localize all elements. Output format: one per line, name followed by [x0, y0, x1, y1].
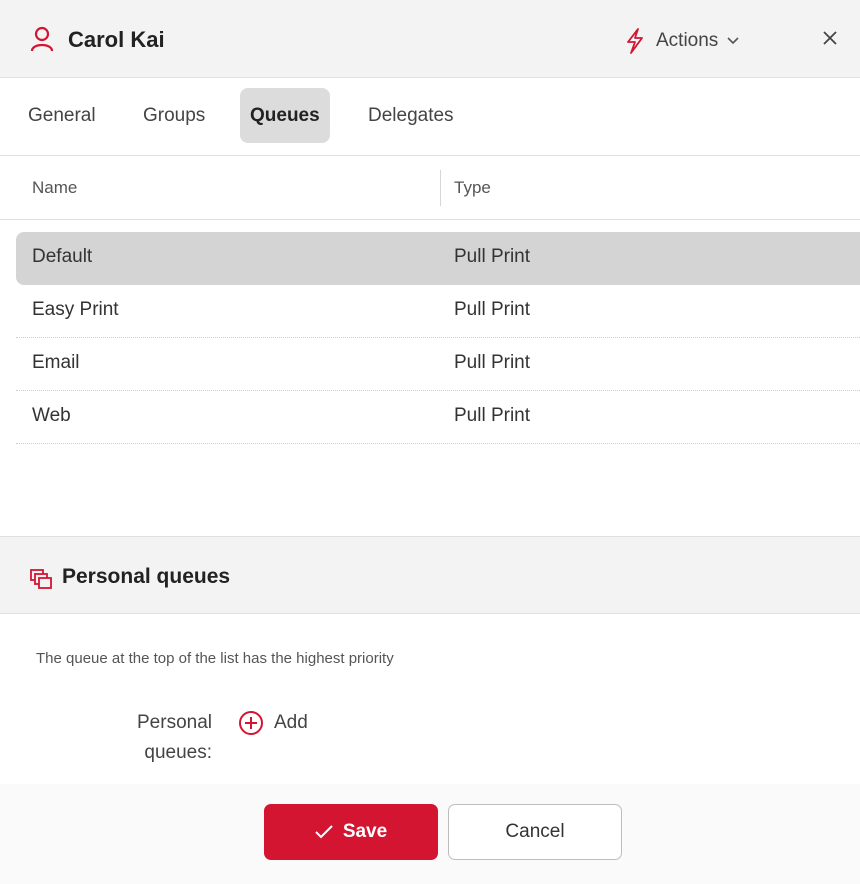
- save-button[interactable]: Save: [264, 804, 438, 860]
- table-header: Name Type: [0, 156, 860, 220]
- queue-name: Email: [32, 352, 80, 373]
- tab-delegates[interactable]: Delegates: [368, 88, 454, 143]
- column-divider[interactable]: [440, 170, 441, 206]
- cancel-label: Cancel: [505, 821, 565, 842]
- check-icon: [315, 825, 333, 839]
- queue-type: Pull Print: [454, 246, 531, 267]
- tab-bar: General Groups Queues Delegates: [0, 78, 860, 156]
- column-header-type[interactable]: Type: [454, 178, 491, 198]
- table-row[interactable]: Email Pull Print: [16, 338, 860, 391]
- table-row[interactable]: Web Pull Print: [16, 391, 860, 444]
- page-title: Carol Kai: [68, 27, 165, 52]
- personal-queues-header: Personal queues: [0, 536, 860, 614]
- save-label: Save: [342, 821, 388, 842]
- table-row[interactable]: Default Pull Print: [16, 232, 860, 285]
- personal-queues-label: Personal queues:: [137, 712, 212, 763]
- chevron-down-icon: [727, 37, 739, 45]
- tab-queues[interactable]: Queues: [240, 88, 330, 143]
- actions-menu-button[interactable]: Actions: [624, 26, 740, 56]
- actions-label: Actions: [656, 30, 719, 51]
- queues-stack-icon: [30, 569, 52, 589]
- close-icon[interactable]: [820, 28, 840, 48]
- queue-name: Easy Print: [32, 299, 119, 320]
- queue-name: Default: [32, 246, 93, 267]
- tab-groups[interactable]: Groups: [143, 88, 205, 143]
- priority-hint: The queue at the top of the list has the…: [36, 650, 394, 667]
- queue-type: Pull Print: [454, 299, 531, 320]
- cancel-button[interactable]: Cancel: [448, 804, 622, 860]
- panel-header: Carol Kai Actions: [0, 0, 860, 78]
- queue-list: Default Pull Print Easy Print Pull Print…: [16, 232, 860, 444]
- table-row[interactable]: Easy Print Pull Print: [16, 285, 860, 338]
- add-queue-button[interactable]: Add: [238, 708, 308, 738]
- form-footer: Save Cancel: [0, 784, 860, 884]
- queue-type: Pull Print: [454, 405, 531, 426]
- plus-circle-icon: [239, 711, 263, 735]
- tab-general[interactable]: General: [28, 88, 96, 143]
- add-label: Add: [274, 712, 308, 733]
- user-icon: [30, 26, 54, 52]
- queue-type: Pull Print: [454, 352, 531, 373]
- lightning-icon: [627, 28, 643, 54]
- queue-name: Web: [32, 405, 71, 426]
- section-title: Personal queues: [62, 565, 231, 588]
- column-header-name[interactable]: Name: [32, 178, 77, 198]
